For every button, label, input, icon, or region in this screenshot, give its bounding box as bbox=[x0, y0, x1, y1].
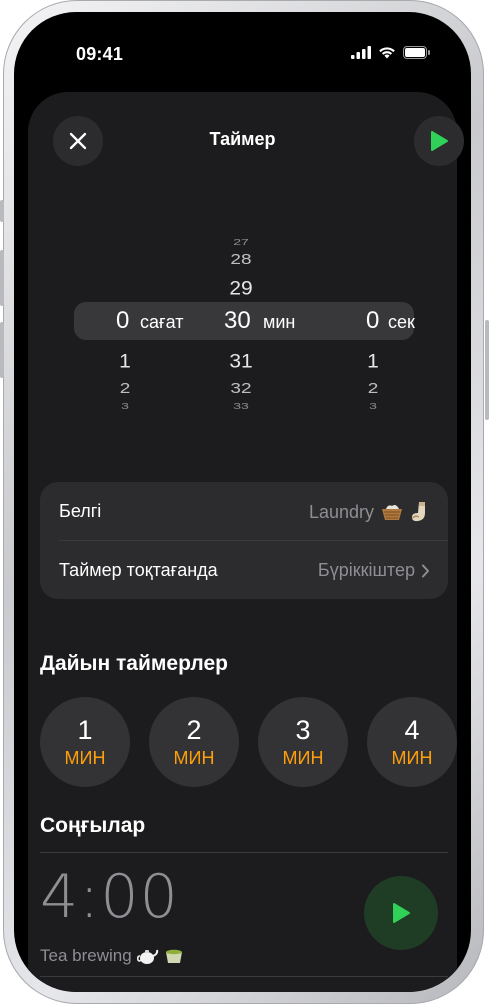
minutes-wheel-item[interactable]: 33 bbox=[211, 401, 271, 411]
volume-down-button bbox=[0, 322, 4, 378]
seconds-wheel-item[interactable]: 1 bbox=[343, 351, 403, 373]
recent-timer-label-text: Tea brewing bbox=[40, 946, 132, 965]
timer-settings-card: Белгі Laundry Таймер тоқтағанда Бүріккіш… bbox=[40, 482, 448, 599]
preset-timer-2[interactable]: 2 МИН bbox=[149, 697, 239, 787]
preset-timer-3[interactable]: 3 МИН bbox=[258, 697, 348, 787]
hours-wheel-item[interactable]: 3 bbox=[95, 401, 155, 411]
recent-timer-duration: 4:00 bbox=[40, 862, 179, 932]
when-timer-ends-value: Бүріккіштер bbox=[318, 560, 430, 581]
volume-up-button bbox=[0, 250, 4, 306]
minutes-wheel-item[interactable]: 28 bbox=[211, 251, 271, 269]
presets-title: Дайын таймерлер bbox=[40, 652, 228, 675]
chevron-right-icon bbox=[422, 564, 429, 577]
preset-timer-1[interactable]: 1 МИН bbox=[40, 697, 130, 787]
preset-value: 4 bbox=[404, 715, 420, 745]
wifi-icon bbox=[379, 47, 395, 59]
hours-unit-label: сағат bbox=[140, 312, 184, 332]
preset-unit: МИН bbox=[173, 748, 215, 768]
screen: 09:41 Таймер 27 28 29 0 сағат 30 мин 0 с… bbox=[14, 12, 471, 992]
seconds-wheel-item[interactable]: 3 bbox=[343, 401, 403, 411]
duration-picker[interactable]: 27 28 29 0 сағат 30 мин 0 сек 1 2 3 31 3… bbox=[28, 212, 457, 422]
preset-unit: МИН bbox=[391, 748, 433, 768]
recents-top-divider bbox=[40, 852, 448, 853]
preset-value: 1 bbox=[77, 715, 93, 745]
recents-bottom-divider bbox=[40, 976, 448, 977]
hours-selected[interactable]: 0 bbox=[116, 307, 129, 335]
start-button[interactable] bbox=[414, 116, 464, 166]
battery-icon bbox=[403, 46, 430, 59]
preset-unit: МИН bbox=[64, 748, 106, 768]
status-time: 09:41 bbox=[76, 44, 124, 64]
status-icons bbox=[351, 46, 431, 59]
preset-value: 2 bbox=[186, 715, 202, 745]
hours-wheel-item[interactable]: 2 bbox=[95, 380, 155, 398]
label-row[interactable]: Белгі Laundry bbox=[40, 482, 448, 540]
teapot-emoji-icon bbox=[136, 949, 158, 964]
minutes-wheel-item[interactable]: 31 bbox=[211, 351, 271, 373]
minutes-wheel-item[interactable]: 27 bbox=[211, 237, 271, 247]
play-icon bbox=[431, 131, 448, 151]
action-button bbox=[0, 200, 4, 222]
seconds-wheel-item[interactable]: 2 bbox=[343, 380, 403, 398]
when-timer-ends-row[interactable]: Таймер тоқтағанда Бүріккіштер bbox=[40, 541, 448, 599]
label-row-value: Laundry bbox=[309, 501, 430, 523]
status-bar: 09:41 bbox=[14, 12, 471, 92]
signal-icon bbox=[351, 46, 371, 59]
basket-emoji-icon bbox=[382, 505, 402, 520]
minutes-selected[interactable]: 30 bbox=[224, 307, 251, 335]
when-timer-ends-title: Таймер тоқтағанда bbox=[59, 560, 218, 580]
seconds-selected[interactable]: 0 bbox=[366, 307, 379, 335]
page-title: Таймер bbox=[209, 129, 276, 149]
tea-cup-emoji-icon bbox=[165, 949, 182, 963]
recents-title: Соңғылар bbox=[40, 814, 146, 837]
label-value-text: Laundry bbox=[308, 501, 374, 522]
recent-timer-label: Tea brewing bbox=[40, 946, 184, 966]
power-button bbox=[485, 320, 489, 420]
minutes-wheel-item[interactable]: 29 bbox=[211, 278, 271, 300]
preset-value: 3 bbox=[295, 715, 311, 745]
hours-wheel-item[interactable]: 1 bbox=[95, 351, 155, 373]
recent-timer-start-button[interactable] bbox=[364, 876, 438, 950]
sock-emoji-icon bbox=[412, 502, 425, 522]
seconds-unit-label: сек bbox=[388, 312, 415, 332]
preset-unit: МИН bbox=[282, 748, 324, 768]
minutes-wheel-item[interactable]: 32 bbox=[211, 380, 271, 398]
label-row-title: Белгі bbox=[59, 501, 102, 521]
play-icon bbox=[393, 903, 410, 923]
sound-value-text: Бүріккіштер bbox=[317, 560, 415, 580]
timer-sheet: Таймер 27 28 29 0 сағат 30 мин 0 сек 1 2… bbox=[28, 92, 464, 992]
minutes-unit-label: мин bbox=[263, 312, 296, 332]
preset-timer-4[interactable]: 4 МИН bbox=[367, 697, 457, 787]
